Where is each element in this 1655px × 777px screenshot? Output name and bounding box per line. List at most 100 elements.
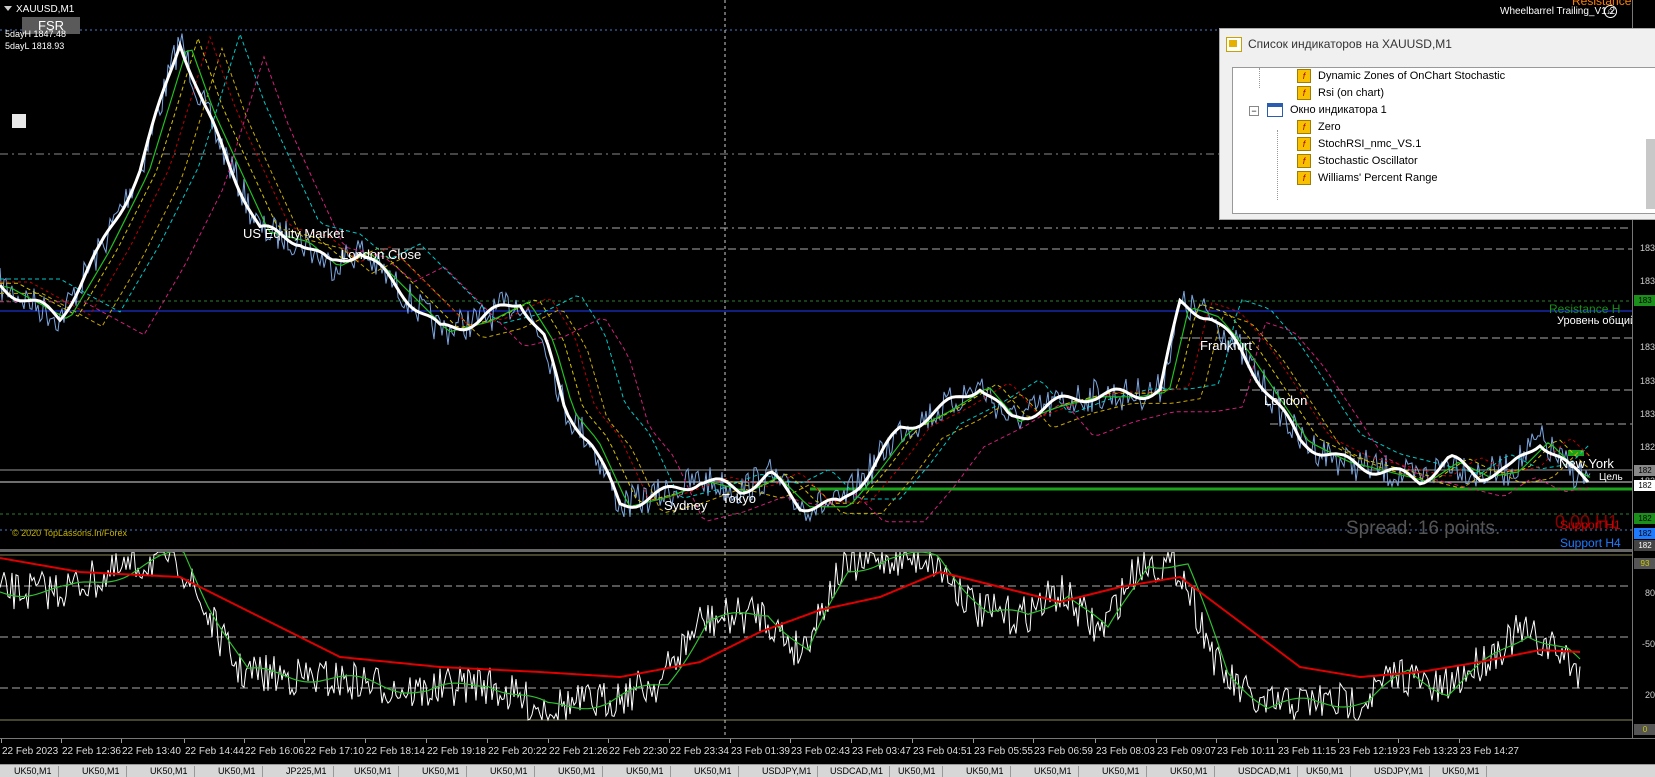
stochastic-line <box>0 552 1581 710</box>
time-tick <box>426 739 427 743</box>
session-label-us-equity: US Equity Market <box>243 226 345 241</box>
tree-item-rsi-on-chart[interactable]: f Rsi (on chart) <box>1297 85 1384 102</box>
time-tick <box>912 739 913 743</box>
chart-tab[interactable]: UK50,M1 <box>552 766 603 777</box>
toggle-square-button[interactable] <box>12 114 26 128</box>
chart-tab[interactable]: UK50,M1 <box>484 766 535 777</box>
subwindow-icon <box>1267 103 1283 118</box>
session-label-london: London <box>1264 393 1308 408</box>
time-label: 22 Feb 18:14 <box>366 746 425 757</box>
indicator-icon: f <box>1297 137 1311 152</box>
session-label-frankfurt: Frankfurt <box>1200 338 1253 353</box>
chart-tab[interactable]: UK50,M1 <box>1096 766 1147 777</box>
time-label: 23 Feb 12:19 <box>1339 746 1398 757</box>
time-tick <box>730 739 731 743</box>
resistance-top-label: Resistance 4 <box>1572 0 1642 8</box>
tree-item-dynamic-zones[interactable]: f Dynamic Zones of OnChart Stochastic <box>1297 68 1505 85</box>
indicator-icon: f <box>1297 120 1311 135</box>
target-label: Цель <box>1599 472 1623 483</box>
time-tick <box>1 739 2 743</box>
tree-item-label: Williams' Percent Range <box>1318 172 1438 184</box>
subwindow-separator[interactable] <box>0 549 1632 552</box>
tree-item-label: StochRSI_nmc_VS.1 <box>1318 138 1422 150</box>
session-label-sydney: Sydney <box>664 498 708 513</box>
price-tick: 182 <box>1639 442 1655 452</box>
time-tick <box>184 739 185 743</box>
time-tick <box>548 739 549 743</box>
time-label: 23 Feb 04:51 <box>913 746 972 757</box>
time-tick <box>487 739 488 743</box>
price-tick: 183 <box>1639 243 1655 253</box>
indicator-icon: f <box>1297 69 1311 84</box>
indicator-icon: f <box>1297 86 1311 101</box>
chart-tab[interactable]: JP225,M1 <box>280 766 334 777</box>
chart-menu-arrow-icon[interactable] <box>4 6 12 11</box>
time-label: 23 Feb 06:59 <box>1034 746 1093 757</box>
tree-item-indicator-window-1[interactable]: − Окно индикатора 1 <box>1249 102 1387 119</box>
time-label: 23 Feb 01:39 <box>731 746 790 757</box>
symbol-title: XAUUSD,M1 <box>16 4 75 15</box>
chart-tab[interactable]: UK50,M1 <box>1436 766 1487 777</box>
tree-item-stochrsi[interactable]: f StochRSI_nmc_VS.1 <box>1297 136 1421 153</box>
time-label: 22 Feb 23:34 <box>670 746 729 757</box>
chart-tab[interactable]: UK50,M1 <box>688 766 739 777</box>
tree-item-stochastic-oscillator[interactable]: f Stochastic Oscillator <box>1297 153 1418 170</box>
indicator-list-window[interactable]: Список индикаторов на XAUUSD,M1 f Dynamic… <box>1219 28 1655 220</box>
tree-scrollbar[interactable] <box>1646 139 1655 209</box>
time-tick <box>1277 739 1278 743</box>
time-label: 23 Feb 14:27 <box>1460 746 1519 757</box>
price-tick: 183 <box>1639 276 1655 286</box>
chart-tab[interactable]: UK50,M1 <box>892 766 943 777</box>
collapse-icon[interactable]: − <box>1249 106 1259 116</box>
time-label: 22 Feb 16:06 <box>245 746 304 757</box>
chart-tab[interactable]: UK50,M1 <box>1300 766 1351 777</box>
time-label: 22 Feb 20:22 <box>488 746 547 757</box>
time-label: 23 Feb 03:47 <box>852 746 911 757</box>
chart-tab[interactable]: UK50,M1 <box>212 766 263 777</box>
price-tick: 183 <box>1639 409 1655 419</box>
time-axis[interactable]: 22 Feb 2023 22 Feb 12:36 22 Feb 13:40 22 Fe… <box>0 738 1655 761</box>
tree-item-label: Stochastic Oscillator <box>1318 155 1418 167</box>
tree-item-zero[interactable]: f Zero <box>1297 119 1341 136</box>
oscillator-subwindow[interactable] <box>0 552 1632 738</box>
time-label: 23 Feb 05:55 <box>974 746 1033 757</box>
chart-tab[interactable]: UK50,M1 <box>1164 766 1215 777</box>
time-label: 23 Feb 08:03 <box>1096 746 1155 757</box>
chart-tab[interactable]: USDJPY,M1 <box>756 766 819 777</box>
chart-tab[interactable]: UK50,M1 <box>960 766 1011 777</box>
resistance-h-label: Resistance H <box>1549 302 1621 316</box>
five-day-high-label: 5dayH 1847.48 <box>5 29 67 39</box>
time-tick <box>973 739 974 743</box>
time-label: 23 Feb 11:15 <box>1278 746 1337 757</box>
osc-tag-bottom: 0 <box>1634 724 1655 735</box>
time-label: 22 Feb 14:44 <box>185 746 244 757</box>
time-tick <box>244 739 245 743</box>
time-tick <box>1459 739 1460 743</box>
chart-tab[interactable]: UK50,M1 <box>620 766 671 777</box>
chart-tab[interactable]: UK50,M1 <box>8 766 59 777</box>
osc-tag-top: 93 <box>1634 558 1655 569</box>
tree-item-williams-percent-range[interactable]: f Williams' Percent Range <box>1297 170 1437 187</box>
chart-tab[interactable]: UK50,M1 <box>416 766 467 777</box>
chart-tab[interactable]: USDCAD,M1 <box>824 766 891 777</box>
oscillator-series <box>0 552 1581 722</box>
chart-tab[interactable]: UK50,M1 <box>348 766 399 777</box>
time-tick <box>61 739 62 743</box>
price-tag-low: 182 <box>1634 540 1655 551</box>
chart-tab[interactable]: USDJPY,M1 <box>1368 766 1431 777</box>
osc-level-80: 80 <box>1644 588 1655 598</box>
time-tick <box>1398 739 1399 743</box>
spread-label: Spread: 16 points. <box>1346 518 1501 539</box>
indicators-window-icon <box>1226 37 1242 52</box>
time-label: 22 Feb 17:10 <box>305 746 364 757</box>
chart-tab[interactable]: UK50,M1 <box>76 766 127 777</box>
chart-tab[interactable]: USDCAD,M1 <box>1232 766 1299 777</box>
chart-tab[interactable]: UK50,M1 <box>144 766 195 777</box>
chart-tab[interactable]: UK50,M1 <box>1028 766 1079 777</box>
indicator-tree[interactable]: f Dynamic Zones of OnChart Stochastic f Rs… <box>1232 67 1655 214</box>
time-label: 23 Feb 10:11 <box>1217 746 1276 757</box>
price-tag-resistance: 183 <box>1634 295 1655 306</box>
price-tag-support-h4: 182 <box>1634 528 1655 539</box>
price-tag-ask: 182 <box>1634 465 1655 476</box>
session-label-london-close: London Close <box>341 247 422 262</box>
